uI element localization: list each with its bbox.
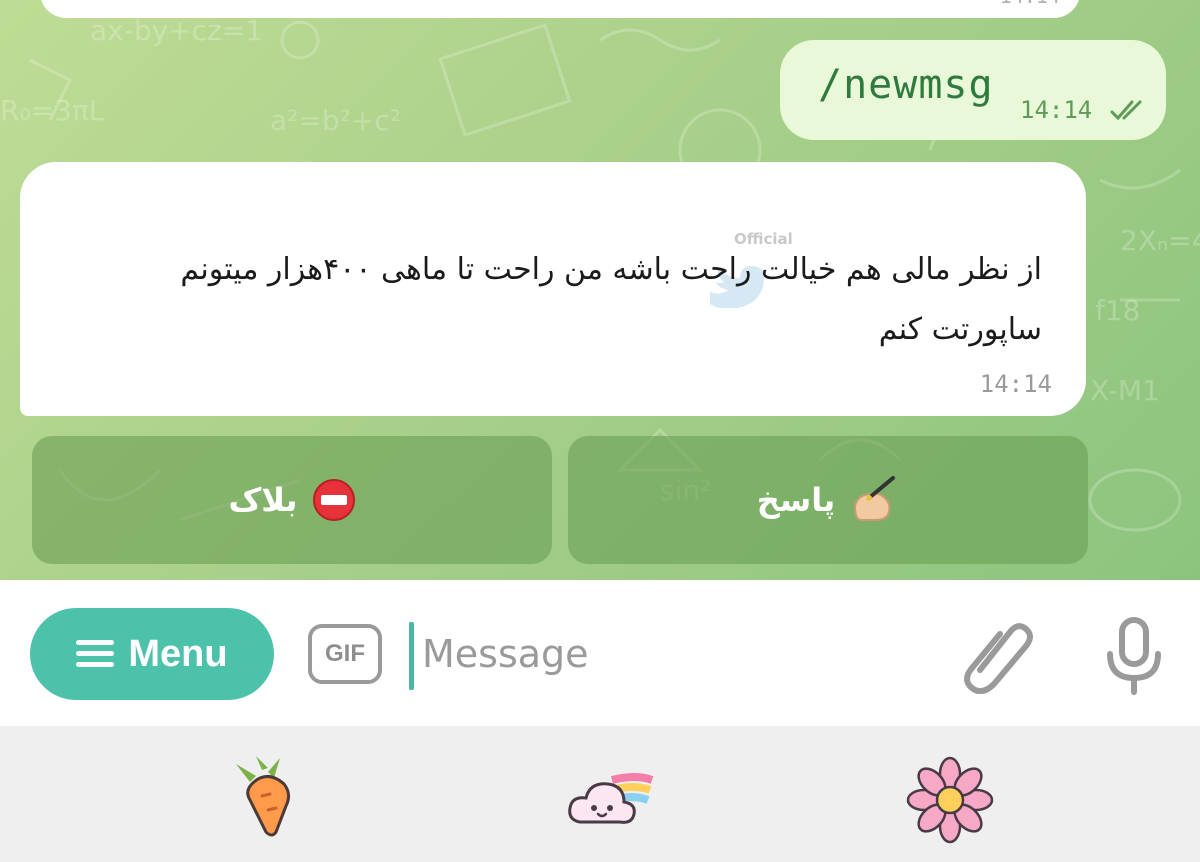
- carrot-icon[interactable]: [232, 756, 316, 840]
- message-input[interactable]: [410, 616, 930, 692]
- message-text: /newmsg: [818, 62, 994, 108]
- paperclip-icon[interactable]: [964, 618, 1034, 694]
- menu-button[interactable]: Menu: [30, 608, 274, 700]
- previous-message-bubble: 14:14: [40, 0, 1080, 18]
- emoji-bar: [0, 726, 1200, 862]
- no-entry-icon: [312, 479, 355, 521]
- svg-text:a²=b²+c²: a²=b²+c²: [270, 104, 401, 137]
- svg-text:f18: f18: [1095, 294, 1141, 327]
- menu-button-label: Menu: [128, 632, 228, 675]
- block-button-label: بلاک: [228, 481, 298, 519]
- block-button[interactable]: بلاک: [32, 436, 552, 564]
- gif-button[interactable]: GIF: [308, 624, 382, 684]
- chat-area: ax-by+cz=1 R₀=3πL a²=b²+c² 2Xₙ=49 f18 X-…: [0, 0, 1200, 580]
- reply-button[interactable]: پاسخ: [568, 436, 1088, 564]
- microphone-icon[interactable]: [1102, 616, 1166, 696]
- gif-label: GIF: [325, 640, 365, 667]
- svg-text:ax-by+cz=1: ax-by+cz=1: [90, 14, 263, 47]
- svg-text:R₀=3πL: R₀=3πL: [0, 94, 105, 127]
- rainbow-cloud-icon[interactable]: [568, 773, 654, 824]
- menu-icon: [76, 640, 115, 668]
- writing-hand-icon: [854, 476, 896, 521]
- message-input-bar: Menu GIF: [0, 580, 1200, 726]
- svg-text:X-M1: X-M1: [1090, 374, 1160, 407]
- message-time: 14:14: [979, 370, 1052, 398]
- incoming-message-bubble[interactable]: Official از نظر مالی هم خیالت راحت باشه …: [20, 162, 1086, 416]
- reply-button-label: پاسخ: [756, 481, 836, 519]
- flower-icon[interactable]: [906, 756, 994, 844]
- message-time: 14:14: [1000, 0, 1060, 8]
- message-time: 14:14: [1020, 96, 1093, 124]
- svg-text:2Xₙ=49: 2Xₙ=49: [1120, 224, 1200, 257]
- outgoing-message-bubble[interactable]: /newmsg 14:14: [780, 40, 1166, 140]
- message-text: از نظر مالی هم خیالت راحت باشه من راحت ت…: [180, 252, 1042, 347]
- double-check-icon: [1110, 100, 1142, 121]
